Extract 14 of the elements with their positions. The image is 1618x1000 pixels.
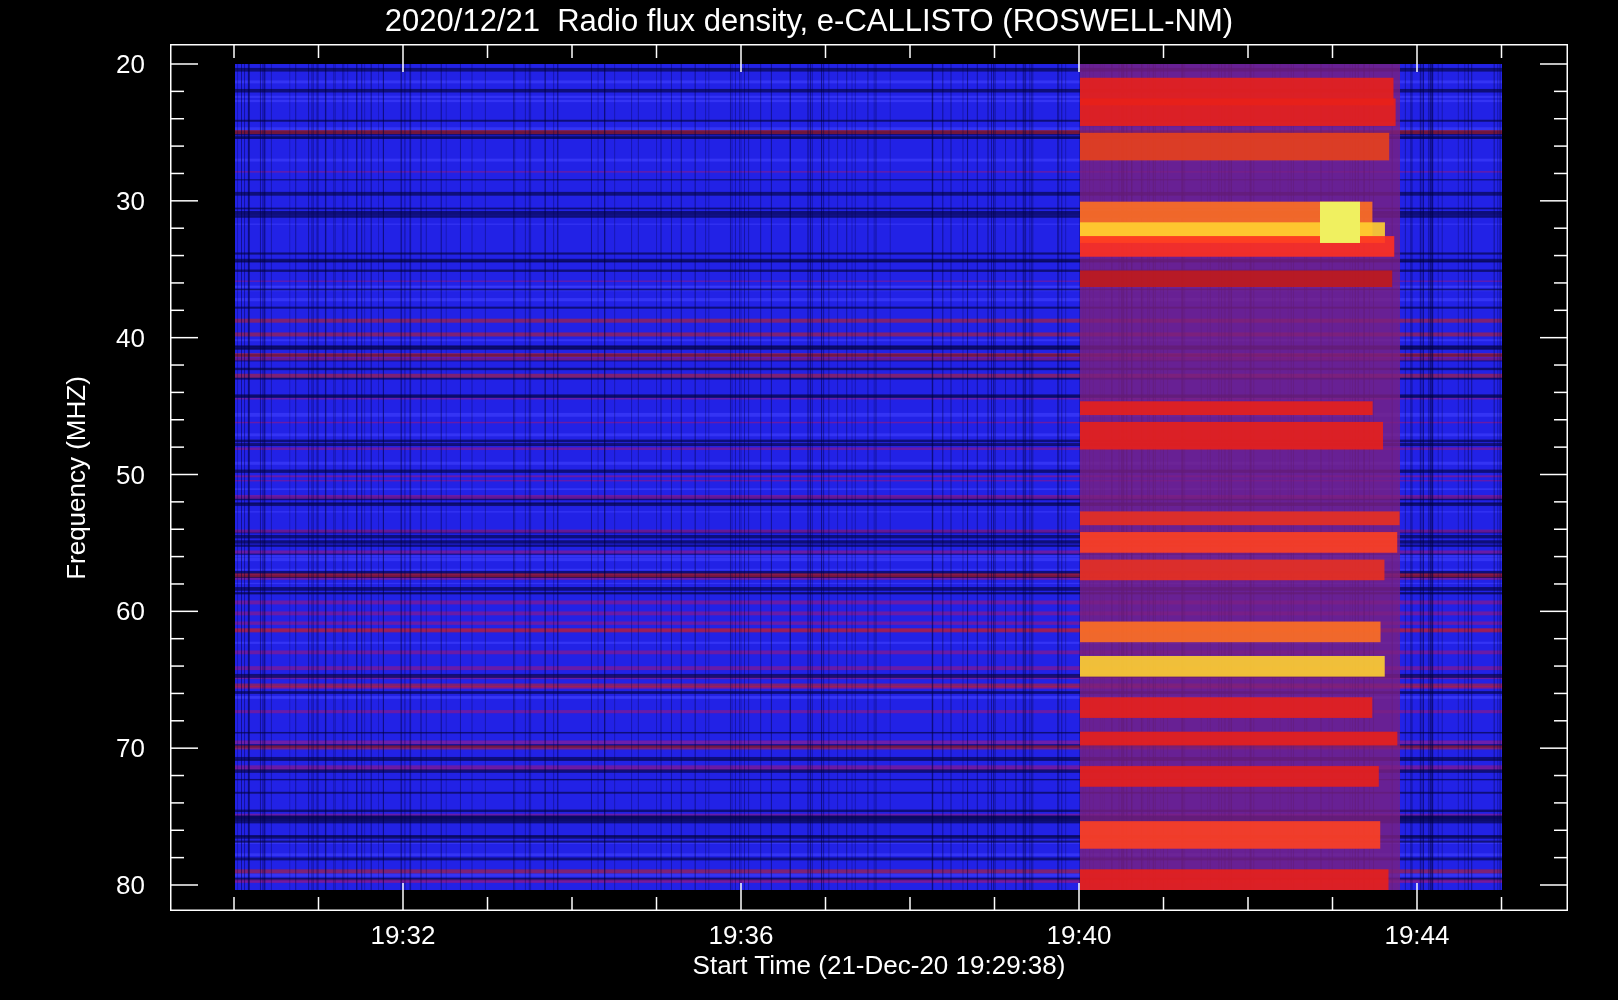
y-tick-label: 20 <box>116 49 145 79</box>
x-tick-label: 19:32 <box>369 920 437 950</box>
y-tick-label: 40 <box>116 322 145 353</box>
chart-title: 2020/12/21 Radio flux density, e-CALLISTO (ROSWELL-NM) <box>384 2 1234 40</box>
x-axis-label: Start Time (21-Dec-20 19:29:38) <box>692 950 1066 980</box>
x-tick-label: 19:44 <box>1383 920 1451 950</box>
y-axis-label: Frequency (MHZ) <box>61 376 91 580</box>
y-tick-label: 30 <box>116 185 145 216</box>
y-tick-label: 50 <box>116 459 145 490</box>
x-tick-label: 19:40 <box>1045 920 1113 950</box>
y-tick-label: 70 <box>116 733 145 764</box>
y-tick-label: 60 <box>116 596 145 627</box>
x-tick-label: 19:36 <box>707 920 775 950</box>
y-tick-label: 80 <box>116 870 145 900</box>
